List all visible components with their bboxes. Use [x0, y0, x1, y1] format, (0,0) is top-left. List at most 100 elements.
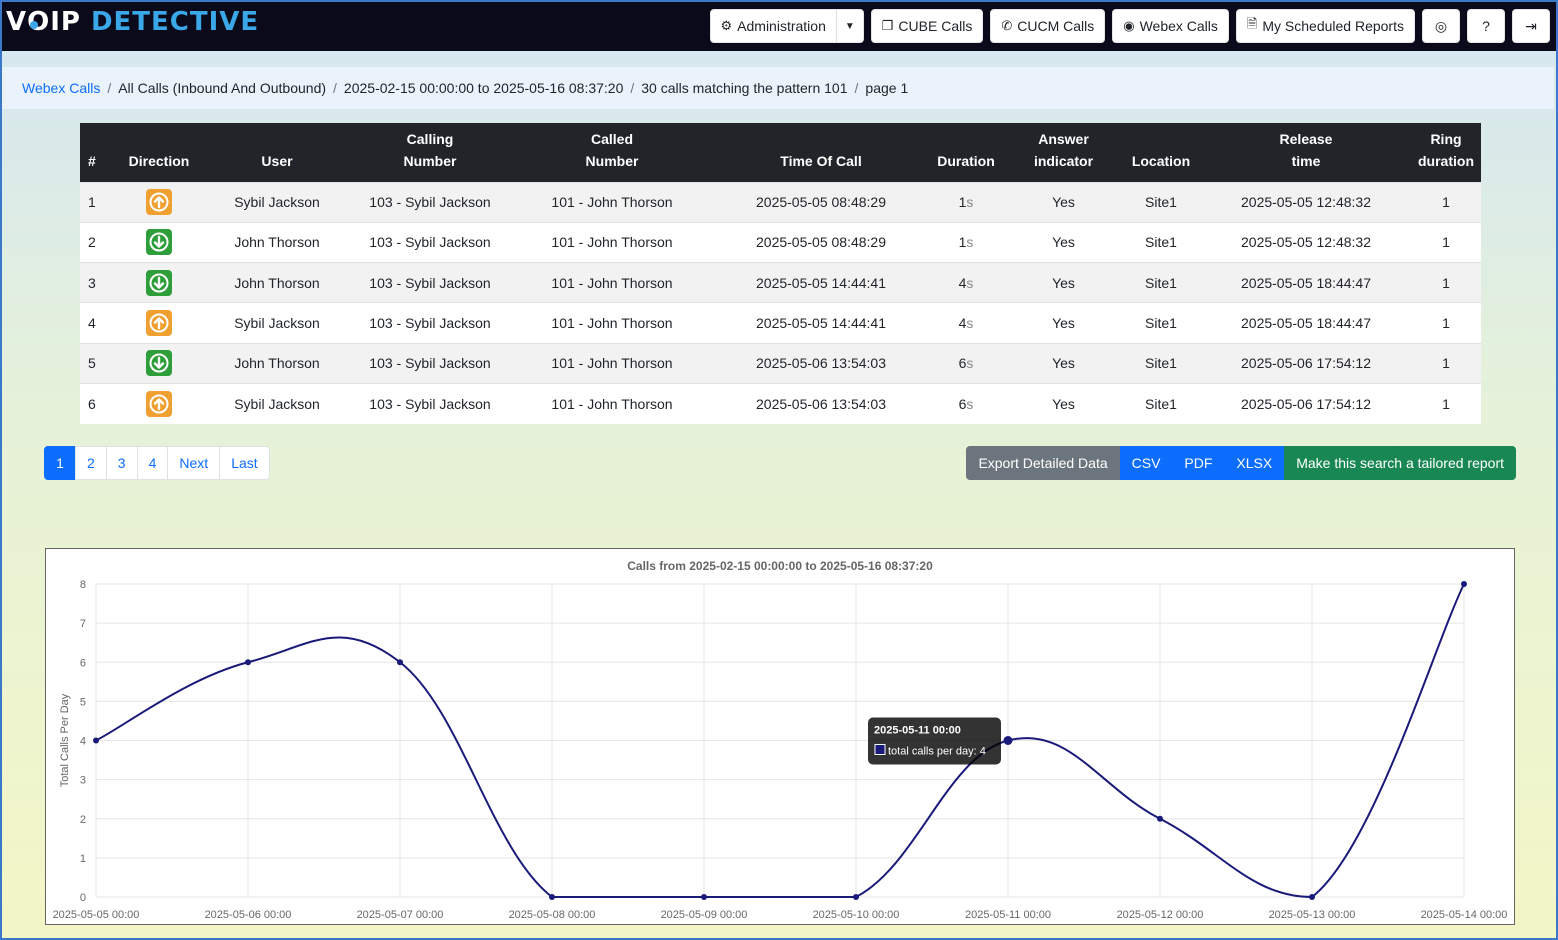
- breadcrumb-separator: /: [107, 80, 112, 96]
- breadcrumb-webex-calls-link[interactable]: Webex Calls: [22, 80, 100, 96]
- cube-calls-button[interactable]: ❒ CUBE Calls: [870, 9, 984, 43]
- app-logo[interactable]: VOIP DETECTIVE: [6, 7, 259, 37]
- cell-ring-duration: 1: [1411, 342, 1481, 384]
- cell-num: 3: [80, 262, 116, 303]
- cell-called-number: 101 - John Thorson: [508, 181, 716, 223]
- cell-location: Site1: [1121, 181, 1201, 223]
- webex-calls-button[interactable]: ◉ Webex Calls: [1112, 9, 1229, 43]
- cell-answer-indicator: Yes: [1006, 181, 1121, 223]
- cell-calling-number: 103 - Sybil Jackson: [352, 262, 508, 303]
- page-1-link[interactable]: 1: [44, 446, 76, 480]
- cell-user: Sybil Jackson: [202, 181, 352, 223]
- cell-location: Site1: [1121, 342, 1201, 384]
- last-page-link[interactable]: Last: [219, 446, 270, 480]
- arrow-down-circle-icon: [146, 269, 172, 296]
- chevron-down-icon[interactable]: ▼: [835, 10, 863, 42]
- user-account-button[interactable]: ◎: [1422, 9, 1460, 43]
- duration-unit: s: [966, 234, 974, 251]
- duration-unit: s: [966, 194, 974, 211]
- header-direction[interactable]: Direction: [116, 123, 202, 182]
- cell-calling-number: 103 - Sybil Jackson: [352, 221, 508, 263]
- data-point: [397, 659, 403, 666]
- table-row[interactable]: 3 John Thorson 103 - Sybil Jackson 101 - Jo…: [80, 262, 1481, 303]
- cell-direction: [116, 302, 202, 344]
- header-text: indicator: [1033, 152, 1094, 169]
- table-header-row: # Direction User Calling Number Called Num…: [80, 123, 1481, 182]
- cell-calling-number: 103 - Sybil Jackson: [352, 181, 508, 223]
- cell-ring-duration: 1: [1411, 181, 1481, 223]
- header-location[interactable]: Location: [1121, 123, 1201, 182]
- top-navbar: VOIP DETECTIVE ⚙ Administration ▼ ❒ CUBE …: [0, 0, 1558, 51]
- cucm-calls-button[interactable]: ✆ CUCM Calls: [990, 9, 1106, 43]
- cell-answer-indicator: Yes: [1006, 302, 1121, 344]
- header-release-time[interactable]: Release time: [1201, 123, 1411, 182]
- cell-answer-indicator: Yes: [1006, 262, 1121, 303]
- data-point: [1309, 894, 1315, 900]
- x-tick-label: 2025-05-05 00:00: [53, 909, 140, 921]
- calls-per-day-chart: Calls from 2025-02-15 00:00:00 to 2025-0…: [45, 548, 1515, 925]
- data-point: [853, 894, 859, 900]
- x-tick-label: 2025-05-06 00:00: [205, 909, 292, 921]
- arrow-up-circle-icon: [146, 189, 172, 216]
- tailored-report-button[interactable]: Make this search a tailored report: [1284, 446, 1516, 480]
- arrow-up-circle-icon: [146, 310, 172, 337]
- administration-button[interactable]: ⚙ Administration ▼: [709, 9, 864, 43]
- header-text: Answer: [1038, 130, 1089, 147]
- y-tick-label: 7: [80, 618, 86, 630]
- cell-called-number: 101 - John Thorson: [508, 382, 716, 424]
- export-pdf-button[interactable]: PDF: [1172, 446, 1225, 480]
- x-tick-label: 2025-05-11 00:00: [965, 909, 1051, 921]
- page-2-link[interactable]: 2: [75, 446, 107, 480]
- table-row[interactable]: 4 Sybil Jackson 103 - Sybil Jackson 101 - J…: [80, 302, 1481, 344]
- cell-answer-indicator: Yes: [1006, 221, 1121, 263]
- calls-table: # Direction User Calling Number Called Num…: [80, 123, 1481, 424]
- table-row[interactable]: 6 Sybil Jackson 103 - Sybil Jackson 101 - J…: [80, 382, 1481, 424]
- cell-time-of-call: 2025-05-05 08:48:29: [716, 221, 926, 263]
- export-csv-button[interactable]: CSV: [1119, 446, 1173, 480]
- header-called-number[interactable]: Called Number: [508, 123, 716, 182]
- chart-title: Calls from 2025-02-15 00:00:00 to 2025-0…: [627, 559, 933, 573]
- pagination: 1 2 3 4 Next Last: [44, 446, 270, 480]
- scheduled-reports-button[interactable]: 🗎 My Scheduled Reports: [1235, 9, 1415, 43]
- header-text: Number: [585, 152, 639, 169]
- page-3-link[interactable]: 3: [105, 446, 138, 480]
- cell-duration: 1s: [926, 221, 1006, 263]
- header-user[interactable]: User: [202, 123, 352, 182]
- x-tick-label: 2025-05-10 00:00: [813, 909, 900, 921]
- table-row[interactable]: 2 John Thorson 103 - Sybil Jackson 101 - Jo…: [80, 221, 1481, 263]
- header-duration[interactable]: Duration: [926, 123, 1006, 182]
- cell-time-of-call: 2025-05-05 14:44:41: [716, 302, 926, 344]
- breadcrumb-range: 2025-02-15 00:00:00 to 2025-05-16 08:37:…: [343, 80, 624, 96]
- arrow-up-circle-icon: [146, 390, 172, 417]
- header-time-of-call[interactable]: Time Of Call: [716, 123, 926, 182]
- table-row[interactable]: 5 John Thorson 103 - Sybil Jackson 101 - Jo…: [80, 342, 1481, 384]
- cell-direction: [116, 221, 202, 263]
- logout-button[interactable]: ⇥: [1512, 9, 1550, 43]
- table-row[interactable]: 1 Sybil Jackson 103 - Sybil Jackson 101 - J…: [80, 181, 1481, 223]
- export-xlsx-button[interactable]: XLSX: [1224, 446, 1285, 480]
- next-page-link[interactable]: Next: [167, 446, 221, 480]
- cell-release-time: 2025-05-05 18:44:47: [1201, 262, 1411, 303]
- cell-release-time: 2025-05-06 17:54:12: [1201, 382, 1411, 424]
- cell-called-number: 101 - John Thorson: [508, 342, 716, 384]
- scheduled-reports-label: My Scheduled Reports: [1262, 18, 1404, 34]
- cell-location: Site1: [1121, 262, 1201, 303]
- header-num[interactable]: #: [80, 123, 116, 182]
- header-calling-number[interactable]: Calling Number: [352, 123, 508, 182]
- help-button[interactable]: ?: [1467, 9, 1505, 43]
- cell-release-time: 2025-05-05 18:44:47: [1201, 302, 1411, 344]
- header-answer-indicator[interactable]: Answer indicator: [1006, 123, 1121, 182]
- page-4-link[interactable]: 4: [136, 446, 169, 480]
- header-ring-duration[interactable]: Ring duration: [1411, 123, 1481, 182]
- y-tick-label: 0: [80, 892, 86, 904]
- cell-answer-indicator: Yes: [1006, 382, 1121, 424]
- question-circle-icon: ?: [1482, 18, 1490, 34]
- export-button-group: Export Detailed Data CSV PDF XLSX Make t…: [966, 446, 1516, 480]
- breadcrumb-separator: /: [854, 80, 859, 96]
- document-icon: 🗎: [1246, 16, 1258, 31]
- y-tick-label: 3: [80, 775, 86, 787]
- cell-user: John Thorson: [202, 221, 352, 263]
- cell-direction: [116, 262, 202, 303]
- cell-duration: 1s: [926, 181, 1006, 223]
- x-tick-label: 2025-05-13 00:00: [1269, 909, 1356, 921]
